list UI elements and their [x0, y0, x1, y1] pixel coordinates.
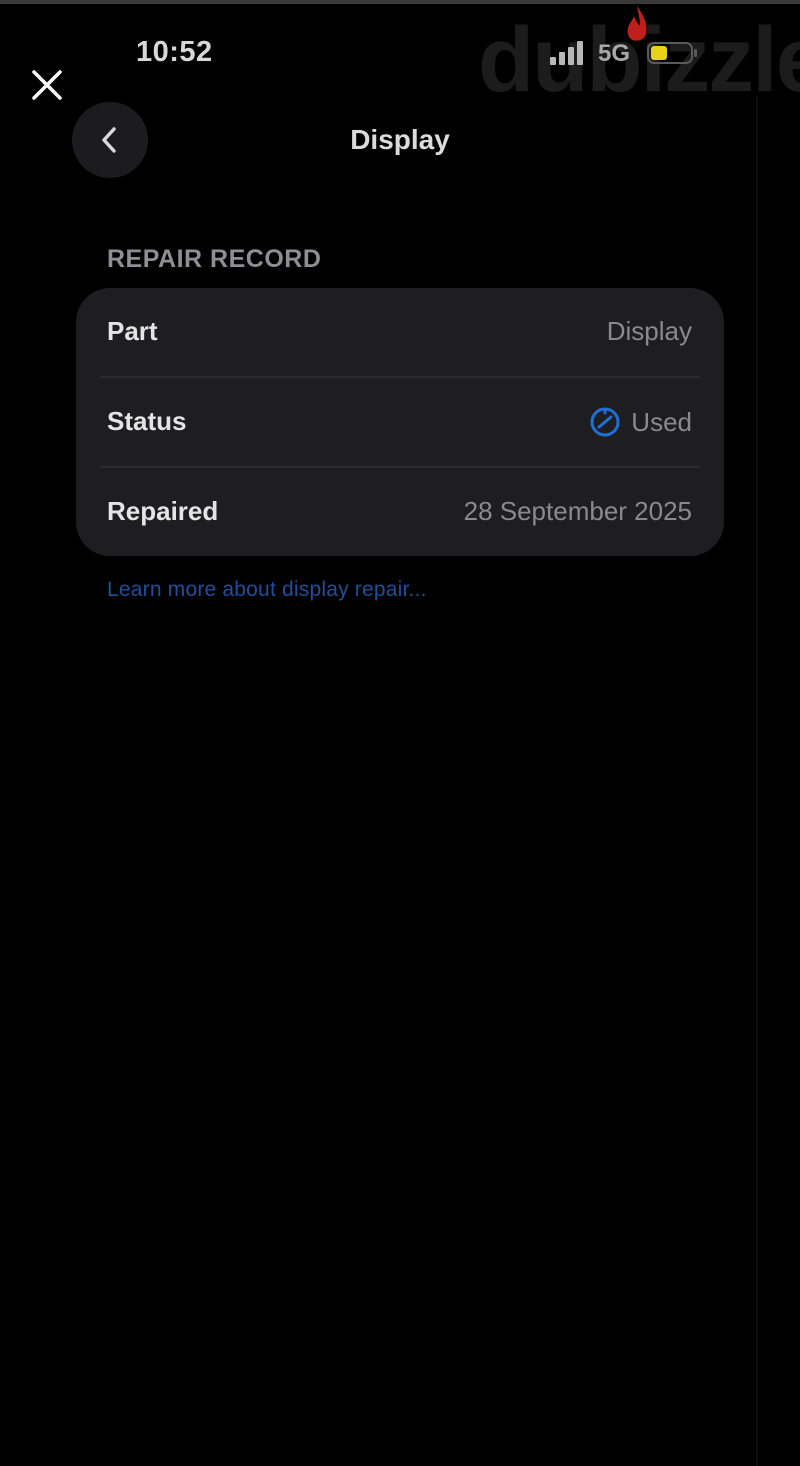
row-repaired: Repaired 28 September 2025 [76, 468, 724, 556]
close-button[interactable] [24, 62, 70, 108]
row-part-label: Part [107, 316, 158, 346]
section-header-repair-record: REPAIR RECORD [107, 245, 322, 273]
screenshot-edge [756, 96, 758, 1466]
top-edge [0, 0, 800, 4]
row-part: Part Display [76, 288, 724, 378]
status-bar-time: 10:52 [136, 36, 213, 68]
row-status-value: Used [589, 400, 692, 444]
cellular-signal-icon [550, 41, 583, 65]
network-type-label: 5G [598, 40, 631, 67]
learn-more-link[interactable]: Learn more about display repair... [107, 578, 427, 602]
used-status-icon [590, 407, 620, 437]
close-icon [32, 70, 62, 100]
row-status-label: Status [107, 406, 187, 436]
page-title: Display [350, 124, 450, 155]
row-repaired-label: Repaired [107, 496, 219, 526]
status-text: Used [631, 406, 692, 437]
battery-icon [647, 42, 697, 64]
row-part-value: Display [606, 316, 692, 346]
row-status: Status Used [76, 378, 724, 468]
repair-record-card: Part Display Status Used Repaired 28 Sep… [76, 288, 724, 556]
row-repaired-value: 28 September 2025 [463, 496, 692, 526]
